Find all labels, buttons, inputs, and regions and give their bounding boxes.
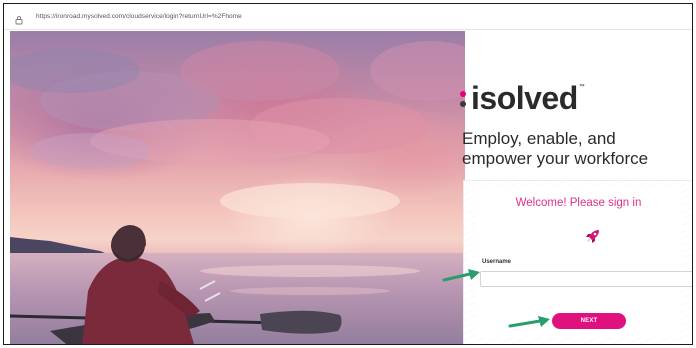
sign-in-card: Welcome! Please sign in Username NEXT xyxy=(463,180,692,344)
hero-photo xyxy=(10,31,465,344)
logo-text: isolved xyxy=(471,80,578,116)
username-label: Username xyxy=(482,259,512,265)
browser-window: https://ironroad.mysolved.com/cloudservi… xyxy=(3,3,693,345)
tagline-line-1: Employ, enable, and xyxy=(462,129,616,148)
welcome-heading: Welcome! Please sign in xyxy=(515,197,642,209)
address-bar[interactable]: https://ironroad.mysolved.com/cloudservi… xyxy=(4,4,692,30)
address-url[interactable]: https://ironroad.mysolved.com/cloudservi… xyxy=(36,13,242,20)
logo-mark-icon xyxy=(460,86,470,110)
lock-icon xyxy=(14,12,24,24)
trademark: ™ xyxy=(578,84,585,90)
arrow-to-next-icon xyxy=(508,316,550,328)
rocket-icon xyxy=(584,227,602,245)
username-input[interactable] xyxy=(480,271,692,287)
kayaker-scene xyxy=(10,41,465,344)
sign-in-form: Welcome! Please sign in Username NEXT xyxy=(476,187,692,337)
next-button[interactable]: NEXT xyxy=(552,313,626,329)
isolved-logo: isolved ™ xyxy=(460,80,585,116)
arrow-to-username-icon xyxy=(442,269,480,282)
tagline: Employ, enable, and empower your workfor… xyxy=(462,129,692,169)
tagline-line-2: empower your workforce xyxy=(462,149,649,168)
login-panel: isolved ™ Employ, enable, and empower yo… xyxy=(460,31,692,344)
